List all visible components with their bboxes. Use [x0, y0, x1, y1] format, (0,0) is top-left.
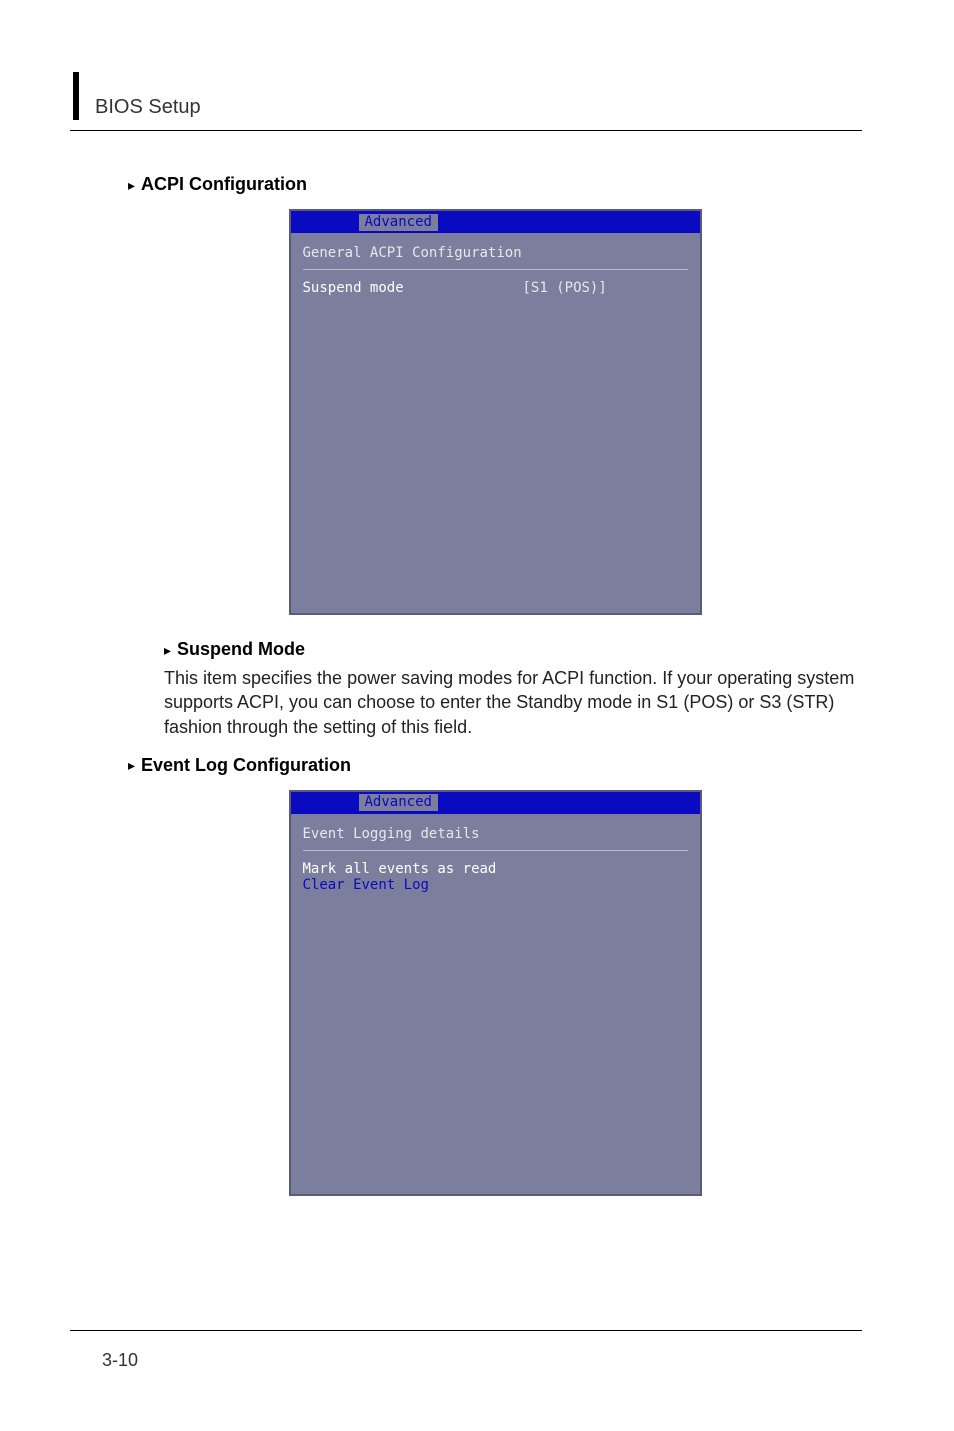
bios-row-value: [S1 (POS)] [523, 280, 607, 296]
triangle-right-icon: ▸ [128, 758, 135, 772]
header-rule [70, 130, 862, 131]
suspend-mode-heading: Suspend Mode [177, 639, 305, 660]
content-area: ▸ ACPI Configuration Advanced General AC… [128, 170, 862, 1220]
bios-row-mark-all-read[interactable]: Mark all events as read [303, 861, 688, 877]
tab-advanced[interactable]: Advanced [359, 794, 438, 811]
tab-advanced[interactable]: Advanced [359, 214, 438, 231]
header-bar [73, 72, 79, 120]
page-number: 3-10 [102, 1350, 138, 1371]
acpi-heading-row: ▸ ACPI Configuration [128, 174, 862, 195]
bios-divider [303, 269, 688, 270]
bios-inner-eventlog: Event Logging details Mark all events as… [291, 814, 700, 1194]
page-header-title: BIOS Setup [95, 96, 201, 119]
suspend-mode-body: This item specifies the power saving mod… [164, 666, 862, 739]
bios-tabbar: Advanced [291, 211, 700, 233]
bios-inner-acpi: General ACPI Configuration Suspend mode … [291, 233, 700, 613]
bios-action-mark-all-read: Mark all events as read [303, 861, 497, 877]
bios-row-suspend-mode[interactable]: Suspend mode [S1 (POS)] [303, 280, 688, 296]
bios-divider [303, 850, 688, 851]
bios-row-clear-log[interactable]: Clear Event Log [303, 877, 688, 893]
bios-panel-acpi: Advanced General ACPI Configuration Susp… [289, 209, 702, 615]
suspend-mode-heading-row: ▸ Suspend Mode [164, 639, 862, 660]
bios-tabbar: Advanced [291, 792, 700, 814]
bios-row-label: Suspend mode [303, 280, 523, 296]
acpi-heading: ACPI Configuration [141, 174, 307, 195]
bios-section-title-eventlog: Event Logging details [303, 820, 688, 850]
bios-section-title-acpi: General ACPI Configuration [303, 239, 688, 269]
bios-action-clear-log: Clear Event Log [303, 877, 429, 893]
page: BIOS Setup ▸ ACPI Configuration Advanced… [0, 0, 954, 1431]
triangle-right-icon: ▸ [128, 178, 135, 192]
eventlog-heading: Event Log Configuration [141, 755, 351, 776]
bios-panel-eventlog: Advanced Event Logging details Mark all … [289, 790, 702, 1196]
triangle-right-icon: ▸ [164, 643, 171, 657]
eventlog-heading-row: ▸ Event Log Configuration [128, 755, 862, 776]
footer-rule [70, 1330, 862, 1331]
